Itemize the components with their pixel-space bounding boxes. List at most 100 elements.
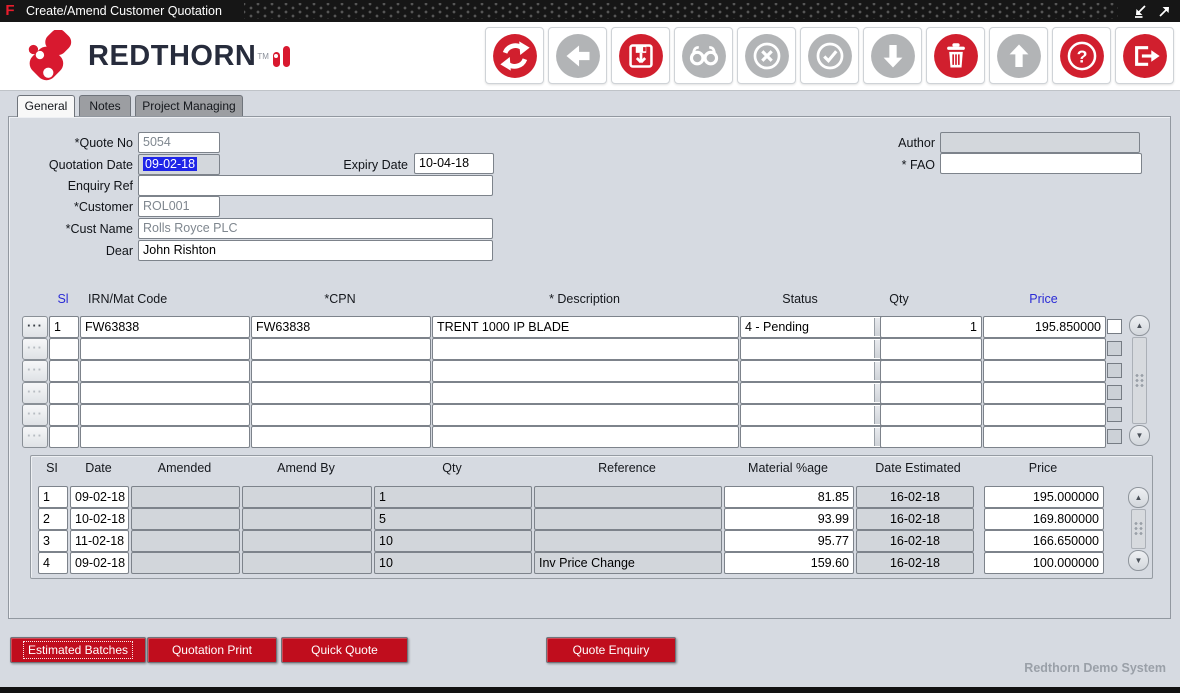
item-row-5-price-field[interactable] bbox=[983, 404, 1106, 426]
item-row-3-price-field[interactable] bbox=[983, 360, 1106, 382]
item-row-6-status-select[interactable]: ▼ bbox=[740, 426, 893, 448]
item-row-2-lov-button[interactable]: ··· bbox=[22, 338, 48, 360]
history-scrollbar-track[interactable] bbox=[1131, 509, 1146, 549]
toolbar-approve-button[interactable] bbox=[800, 27, 859, 84]
item-row-5-lov-button[interactable]: ··· bbox=[22, 404, 48, 426]
items-scrollbar-track[interactable] bbox=[1132, 337, 1147, 424]
item-row-6-cpn-field[interactable] bbox=[251, 426, 431, 448]
item-row-6-sl-field[interactable] bbox=[49, 426, 79, 448]
history-row-3-cell-5 bbox=[534, 530, 722, 552]
restore-down-icon[interactable] bbox=[1132, 4, 1149, 19]
item-row-3-sl-field[interactable] bbox=[49, 360, 79, 382]
maximize-icon[interactable] bbox=[1156, 4, 1173, 19]
item-row-3-status-select[interactable]: ▼ bbox=[740, 360, 893, 382]
item-row-1-description-field[interactable]: TRENT 1000 IP BLADE bbox=[432, 316, 739, 338]
item-row-6-price-field[interactable] bbox=[983, 426, 1106, 448]
item-row-1-price-field[interactable]: 195.850000 bbox=[983, 316, 1106, 338]
item-row-6-checkbox[interactable] bbox=[1107, 429, 1122, 444]
history-scrollbar-up-arrow-icon[interactable]: ▲ bbox=[1128, 487, 1149, 508]
quotation-print-button[interactable]: Quotation Print bbox=[147, 637, 277, 663]
customer-field[interactable]: ROL001 bbox=[138, 196, 220, 217]
item-row-2-cpn-field[interactable] bbox=[251, 338, 431, 360]
item-row-5-sl-field[interactable] bbox=[49, 404, 79, 426]
item-row-4-price-field[interactable] bbox=[983, 382, 1106, 404]
toolbar-refresh-button[interactable] bbox=[485, 27, 544, 84]
toolbar-up-button[interactable] bbox=[989, 27, 1048, 84]
toolbar-back-button[interactable] bbox=[548, 27, 607, 84]
toolbar-save-button[interactable] bbox=[611, 27, 670, 84]
item-row-1-checkbox[interactable] bbox=[1107, 319, 1122, 334]
item-row-3-irn-mat-code-field[interactable] bbox=[80, 360, 250, 382]
quick-quote-button[interactable]: Quick Quote bbox=[281, 637, 408, 663]
item-row-3-description-field[interactable] bbox=[432, 360, 739, 382]
item-row-2-status-select[interactable]: ▼ bbox=[740, 338, 893, 360]
item-row-1-irn-mat-code-field[interactable]: FW63838 bbox=[80, 316, 250, 338]
item-row-6-irn-mat-code-field[interactable] bbox=[80, 426, 250, 448]
items-scrollbar-thumb[interactable] bbox=[1134, 373, 1145, 389]
history-row-3-cell-7: 16-02-18 bbox=[856, 530, 974, 552]
item-row-5-irn-mat-code-field[interactable] bbox=[80, 404, 250, 426]
item-row-1-cpn-field[interactable]: FW63838 bbox=[251, 316, 431, 338]
item-row-4-checkbox[interactable] bbox=[1107, 385, 1122, 400]
dear-field[interactable]: John Rishton bbox=[138, 240, 493, 261]
item-row-2-qty-field[interactable] bbox=[880, 338, 982, 360]
item-row-4-status-select[interactable]: ▼ bbox=[740, 382, 893, 404]
toolbar-down-button[interactable] bbox=[863, 27, 922, 84]
expiry-date-field[interactable]: 10-04-18 bbox=[414, 153, 494, 174]
down-icon bbox=[870, 33, 916, 79]
item-row-2-price-field[interactable] bbox=[983, 338, 1106, 360]
toolbar-find-button[interactable] bbox=[674, 27, 733, 84]
item-row-4-irn-mat-code-field[interactable] bbox=[80, 382, 250, 404]
history-scrollbar-down-arrow-icon[interactable]: ▼ bbox=[1128, 550, 1149, 571]
tab-project-managing[interactable]: Project Managing bbox=[135, 95, 243, 116]
refresh-icon bbox=[492, 33, 538, 79]
toolbar-exit-button[interactable] bbox=[1115, 27, 1174, 84]
history-scrollbar[interactable]: ▲▼ bbox=[1128, 487, 1149, 571]
items-scrollbar-down-arrow-icon[interactable]: ▼ bbox=[1129, 425, 1150, 446]
fao-field[interactable] bbox=[940, 153, 1142, 174]
toolbar-help-button[interactable]: ? bbox=[1052, 27, 1111, 84]
item-row-2-description-field[interactable] bbox=[432, 338, 739, 360]
history-row-3-cell-4: 10 bbox=[374, 530, 532, 552]
item-row-4-description-field[interactable] bbox=[432, 382, 739, 404]
item-row-4-cpn-field[interactable] bbox=[251, 382, 431, 404]
item-row-1-status-select[interactable]: 4 - Pending▼ bbox=[740, 316, 893, 338]
item-row-5-description-field[interactable] bbox=[432, 404, 739, 426]
item-row-6-qty-field[interactable] bbox=[880, 426, 982, 448]
logo-trademark: TM bbox=[257, 52, 269, 61]
item-row-4-lov-button[interactable]: ··· bbox=[22, 382, 48, 404]
item-row-6-description-field[interactable] bbox=[432, 426, 739, 448]
author-field[interactable] bbox=[940, 132, 1140, 153]
tab-general[interactable]: General bbox=[17, 95, 75, 117]
tab-notes[interactable]: Notes bbox=[79, 95, 131, 116]
item-row-3-cpn-field[interactable] bbox=[251, 360, 431, 382]
item-row-2-irn-mat-code-field[interactable] bbox=[80, 338, 250, 360]
item-row-3-lov-button[interactable]: ··· bbox=[22, 360, 48, 382]
item-row-2-checkbox[interactable] bbox=[1107, 341, 1122, 356]
item-row-4-qty-field[interactable] bbox=[880, 382, 982, 404]
quote-enquiry-button[interactable]: Quote Enquiry bbox=[546, 637, 676, 663]
items-scrollbar-up-arrow-icon[interactable]: ▲ bbox=[1129, 315, 1150, 336]
quote-no-field[interactable]: 5054 bbox=[138, 132, 220, 153]
item-row-4-sl-field[interactable] bbox=[49, 382, 79, 404]
item-row-3-qty-field[interactable] bbox=[880, 360, 982, 382]
items-col-header-6: Price bbox=[983, 292, 1104, 306]
item-row-3-checkbox[interactable] bbox=[1107, 363, 1122, 378]
item-row-6-lov-button[interactable]: ··· bbox=[22, 426, 48, 448]
item-row-5-cpn-field[interactable] bbox=[251, 404, 431, 426]
item-row-2-sl-field[interactable] bbox=[49, 338, 79, 360]
item-row-5-status-select[interactable]: ▼ bbox=[740, 404, 893, 426]
cust-name-field[interactable]: Rolls Royce PLC bbox=[138, 218, 493, 239]
quotation-date-field[interactable]: 09-02-18 bbox=[138, 154, 220, 175]
enquiry-ref-field[interactable] bbox=[138, 175, 493, 196]
item-row-1-qty-field[interactable]: 1 bbox=[880, 316, 982, 338]
toolbar-delete-button[interactable] bbox=[926, 27, 985, 84]
items-scrollbar[interactable]: ▲▼ bbox=[1129, 315, 1150, 446]
item-row-5-qty-field[interactable] bbox=[880, 404, 982, 426]
item-row-5-checkbox[interactable] bbox=[1107, 407, 1122, 422]
item-row-1-lov-button[interactable]: ··· bbox=[22, 316, 48, 338]
history-scrollbar-thumb[interactable] bbox=[1133, 521, 1144, 537]
estimated-batches-button[interactable]: Estimated Batches bbox=[10, 637, 146, 663]
item-row-1-sl-field[interactable]: 1 bbox=[49, 316, 79, 338]
toolbar-cancel-button[interactable] bbox=[737, 27, 796, 84]
